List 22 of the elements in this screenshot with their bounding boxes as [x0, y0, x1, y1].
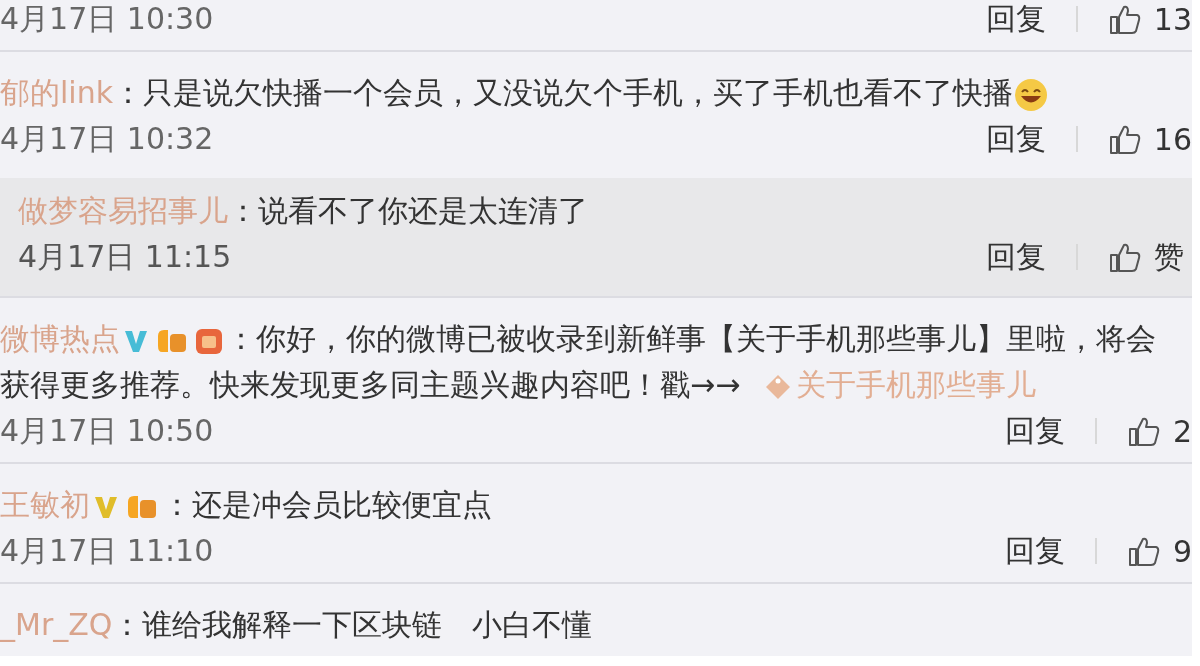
like-button[interactable]: 13 [1107, 1, 1192, 37]
comment-date: 4月17日 10:50 [0, 412, 214, 450]
like-button[interactable]: 9 [1126, 533, 1192, 569]
like-button[interactable]: 16 [1107, 121, 1192, 157]
comment-text: ：说看不了你还是太连清了 [228, 193, 588, 228]
comment-text: ：你好，你的微博已被收录到新鲜事【关于手机那些事儿】里啦，将会 [226, 321, 1156, 356]
comment-text: ：只是说欠快播一个会员，又没说欠个手机，买了手机也看不了快播 [113, 75, 1014, 110]
comment-date: 4月17日 10:30 [0, 0, 214, 38]
reply-link[interactable]: 回复 [1004, 530, 1065, 572]
tag-icon [764, 372, 793, 401]
comment-text: ：还是冲会员比较便宜点 [162, 487, 492, 522]
comment-text: 获得更多推荐。快来发现更多同主题兴趣内容吧！戳→→ [0, 367, 741, 402]
comment-text: ：谁给我解释一下区块链 小白不懂 [112, 607, 593, 642]
comment-date: 4月17日 11:15 [18, 238, 232, 276]
reply-link[interactable]: 回复 [985, 118, 1046, 160]
reply-link[interactable]: 回复 [986, 236, 1046, 278]
comment-date: 4月17日 11:10 [0, 532, 214, 570]
comment-date: 4月17日 10:32 [0, 120, 214, 158]
like-button[interactable]: 2 [1126, 413, 1192, 449]
reply-link[interactable]: 回复 [985, 0, 1046, 40]
like-button[interactable]: 赞 [1108, 236, 1184, 278]
reply-link[interactable]: 回复 [1004, 410, 1065, 452]
